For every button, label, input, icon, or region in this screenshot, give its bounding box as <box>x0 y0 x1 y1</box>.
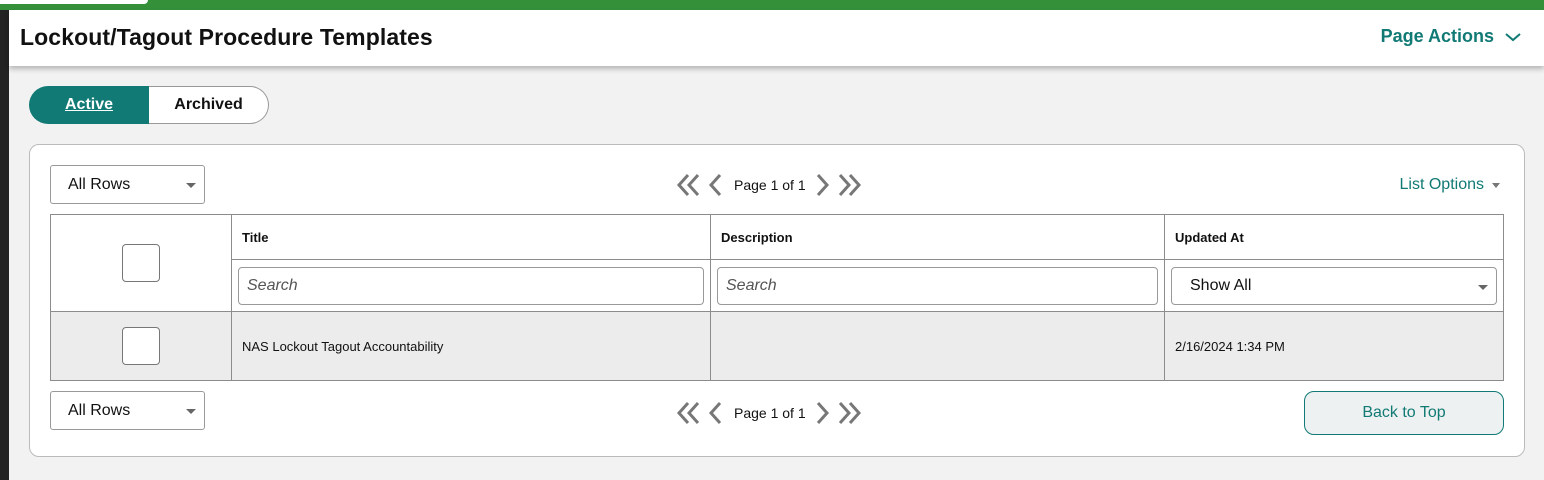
title-search-input[interactable] <box>238 267 704 305</box>
tab-archived[interactable]: Archived <box>149 86 269 124</box>
double-chevron-left-icon <box>676 401 700 425</box>
chevron-down-icon <box>1505 32 1521 41</box>
last-page-button[interactable] <box>836 172 862 198</box>
row-divider <box>51 311 1503 312</box>
next-page-button[interactable] <box>816 400 830 426</box>
column-divider <box>710 215 711 380</box>
updated-at-filter-select[interactable]: Show All <box>1171 267 1497 305</box>
next-page-button[interactable] <box>816 172 830 198</box>
left-sidebar-edge <box>0 10 9 480</box>
pagination-bottom: Page 1 of 1 <box>676 398 862 428</box>
first-page-button[interactable] <box>676 400 702 426</box>
list-options-button[interactable]: List Options <box>1400 176 1500 194</box>
list-options-label: List Options <box>1399 176 1484 193</box>
column-header-description[interactable]: Description <box>721 230 793 245</box>
caret-down-icon <box>1492 182 1500 188</box>
caret-down-icon <box>186 409 196 414</box>
description-search-input[interactable] <box>717 267 1158 305</box>
page-actions-label: Page Actions <box>1380 26 1494 46</box>
header-divider <box>231 259 1503 260</box>
row-updated-at: 2/16/2024 1:34 PM <box>1175 339 1285 354</box>
page-actions-button[interactable]: Page Actions <box>1381 26 1522 47</box>
page-header: Lockout/Tagout Procedure Templates Page … <box>9 10 1544 66</box>
double-chevron-right-icon <box>838 173 861 197</box>
column-divider <box>231 215 232 380</box>
double-chevron-right-icon <box>838 401 861 425</box>
back-to-top-button[interactable]: Back to Top <box>1304 391 1504 435</box>
pagination-top: Page 1 of 1 <box>676 170 862 200</box>
chevron-right-icon <box>816 173 829 197</box>
rows-select-bottom[interactable]: All Rows <box>50 391 205 430</box>
data-table: Title Description Updated At Show All NA… <box>50 214 1504 381</box>
top-accent-bar <box>0 0 1544 10</box>
caret-down-icon <box>186 183 196 188</box>
prev-page-button[interactable] <box>708 400 722 426</box>
column-divider <box>1164 215 1165 380</box>
chevron-left-icon <box>708 173 722 197</box>
rows-select-top[interactable]: All Rows <box>50 165 205 204</box>
caret-down-icon <box>1478 285 1488 290</box>
tab-active[interactable]: Active <box>29 86 149 124</box>
double-chevron-left-icon <box>676 173 700 197</box>
row-checkbox[interactable] <box>122 327 160 365</box>
page-title: Lockout/Tagout Procedure Templates <box>20 24 433 50</box>
select-all-checkbox[interactable] <box>122 244 160 282</box>
column-header-updated-at[interactable]: Updated At <box>1175 230 1244 245</box>
status-toggle: Active Archived <box>29 86 269 124</box>
rows-select-value: All Rows <box>68 401 131 419</box>
row-title-link[interactable]: NAS Lockout Tagout Accountability <box>242 339 443 354</box>
updated-at-filter-value: Show All <box>1190 277 1252 294</box>
chevron-left-icon <box>708 401 722 425</box>
page-indicator: Page 1 of 1 <box>734 405 806 421</box>
list-panel: All Rows Page 1 of 1 List Options Title … <box>29 144 1525 457</box>
rows-select-value: All Rows <box>68 175 131 193</box>
first-page-button[interactable] <box>676 172 702 198</box>
page-indicator: Page 1 of 1 <box>734 177 806 193</box>
column-header-title[interactable]: Title <box>242 230 269 245</box>
chevron-right-icon <box>816 401 829 425</box>
top-bar-tab <box>0 0 148 4</box>
last-page-button[interactable] <box>836 400 862 426</box>
prev-page-button[interactable] <box>708 172 722 198</box>
